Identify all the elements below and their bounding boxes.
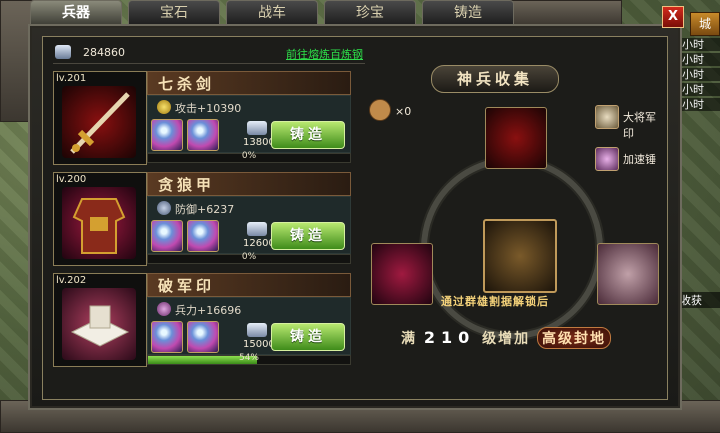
smelt-link[interactable]: 前往熔炼百炼钢 [286, 46, 363, 62]
item-name-bar: 七杀剑 [147, 71, 351, 95]
weapon-item: lv.201 七杀剑 攻击+10390 13800 铸造 0% [53, 71, 351, 165]
forge-progress: 0% [147, 252, 351, 264]
resource-value: 284860 [83, 46, 125, 59]
item-stat: 防御+6237 [175, 203, 235, 216]
armor-slot[interactable] [371, 243, 433, 305]
forge-progress: 0% [147, 151, 351, 163]
timer-item: 小时 [680, 98, 720, 111]
item-name: 贪狼甲 [158, 176, 216, 194]
progress-label: 0% [241, 252, 257, 262]
resource-bar: 284860 前往熔炼百炼钢 [53, 43, 365, 64]
reward-label: 大将军印 [623, 111, 656, 140]
collection-title: 神兵收集 [431, 65, 559, 93]
gem-slot[interactable] [187, 220, 219, 252]
timer-item: 小时 [680, 68, 720, 81]
tab-forge[interactable]: 铸造 [422, 0, 514, 25]
gem-slot[interactable] [187, 321, 219, 353]
speed-hammer-icon[interactable] [595, 147, 619, 171]
tab-gems[interactable]: 宝石 [128, 0, 220, 25]
forge-button[interactable]: 铸造 [271, 222, 345, 250]
seal-icon [62, 288, 136, 360]
steel-icon [247, 323, 267, 337]
close-button[interactable]: X [662, 6, 684, 28]
tab-treasure[interactable]: 珍宝 [324, 0, 416, 25]
side-timer-list: 小时 小时 小时 小时 小时 [680, 38, 720, 113]
gem-slot[interactable] [151, 321, 183, 353]
item-level: lv.202 [56, 275, 87, 286]
req-grant: 高级封地 [537, 327, 612, 349]
reward-label: 加速锤 [623, 153, 656, 166]
item-frame[interactable]: lv.202 [53, 273, 147, 367]
armor-item: lv.200 贪狼甲 防御+6237 12600 铸造 0% [53, 172, 351, 266]
treasure-chest-icon[interactable] [483, 219, 557, 293]
forge-button[interactable]: 铸造 [271, 121, 345, 149]
timer-item: 小时 [680, 53, 720, 66]
forge-button[interactable]: 铸造 [271, 323, 345, 351]
seal-slot[interactable] [597, 243, 659, 305]
item-frame[interactable]: lv.200 [53, 172, 147, 266]
unlock-hint: 通过群雄割据解锁后 [441, 295, 549, 308]
tab-bar: 兵器 宝石 战车 珍宝 铸造 [30, 0, 520, 25]
troops-icon [157, 302, 171, 316]
item-name: 破军印 [158, 277, 216, 295]
item-frame[interactable]: lv.201 [53, 71, 147, 165]
panel-inner: 284860 前往熔炼百炼钢 lv.201 七杀剑 攻击+10390 13800… [42, 36, 668, 400]
item-level: lv.201 [56, 73, 87, 84]
seal-item: lv.202 破军印 兵力+16696 15000 铸造 54% [53, 273, 351, 367]
gem-slot[interactable] [187, 119, 219, 151]
hammer-count: ×0 [395, 105, 412, 118]
req-prefix: 满 [401, 331, 417, 347]
tab-weapons[interactable]: 兵器 [30, 0, 122, 25]
sword-slot[interactable] [485, 107, 547, 169]
item-name-bar: 破军印 [147, 273, 351, 297]
defense-icon [157, 201, 171, 215]
harvest-label[interactable]: 收获 [680, 292, 720, 308]
item-level: lv.200 [56, 174, 87, 185]
level-requirement: 满 210 级增加 高级封地 [401, 327, 631, 349]
seal-reward-icon[interactable] [595, 105, 619, 129]
item-name-bar: 贪狼甲 [147, 172, 351, 196]
steel-icon [247, 222, 267, 236]
sword-icon [62, 86, 136, 158]
progress-label: 54% [238, 353, 259, 363]
item-stat: 兵力+16696 [175, 304, 242, 317]
item-stat: 攻击+10390 [175, 102, 242, 115]
progress-label: 0% [241, 151, 257, 161]
tab-chariot[interactable]: 战车 [226, 0, 318, 25]
collection-panel: 神兵收集 ×0 大将军印 加速锤 通过群雄割据解锁后 满 210 级增加 高级封… [365, 37, 665, 397]
req-level: 210 [423, 328, 476, 347]
city-button[interactable]: 城 [690, 12, 720, 36]
hammer-icon [369, 99, 391, 121]
gem-slot[interactable] [151, 220, 183, 252]
gem-slot[interactable] [151, 119, 183, 151]
timer-item: 小时 [680, 83, 720, 96]
req-mid: 级增加 [482, 331, 531, 347]
forge-progress: 54% [147, 353, 351, 365]
steel-icon [55, 45, 71, 59]
steel-icon [247, 121, 267, 135]
timer-item: 小时 [680, 38, 720, 51]
armor-icon [62, 187, 136, 259]
forge-panel: 284860 前往熔炼百炼钢 lv.201 七杀剑 攻击+10390 13800… [28, 24, 682, 410]
attack-icon [157, 100, 171, 114]
item-name: 七杀剑 [158, 75, 216, 93]
